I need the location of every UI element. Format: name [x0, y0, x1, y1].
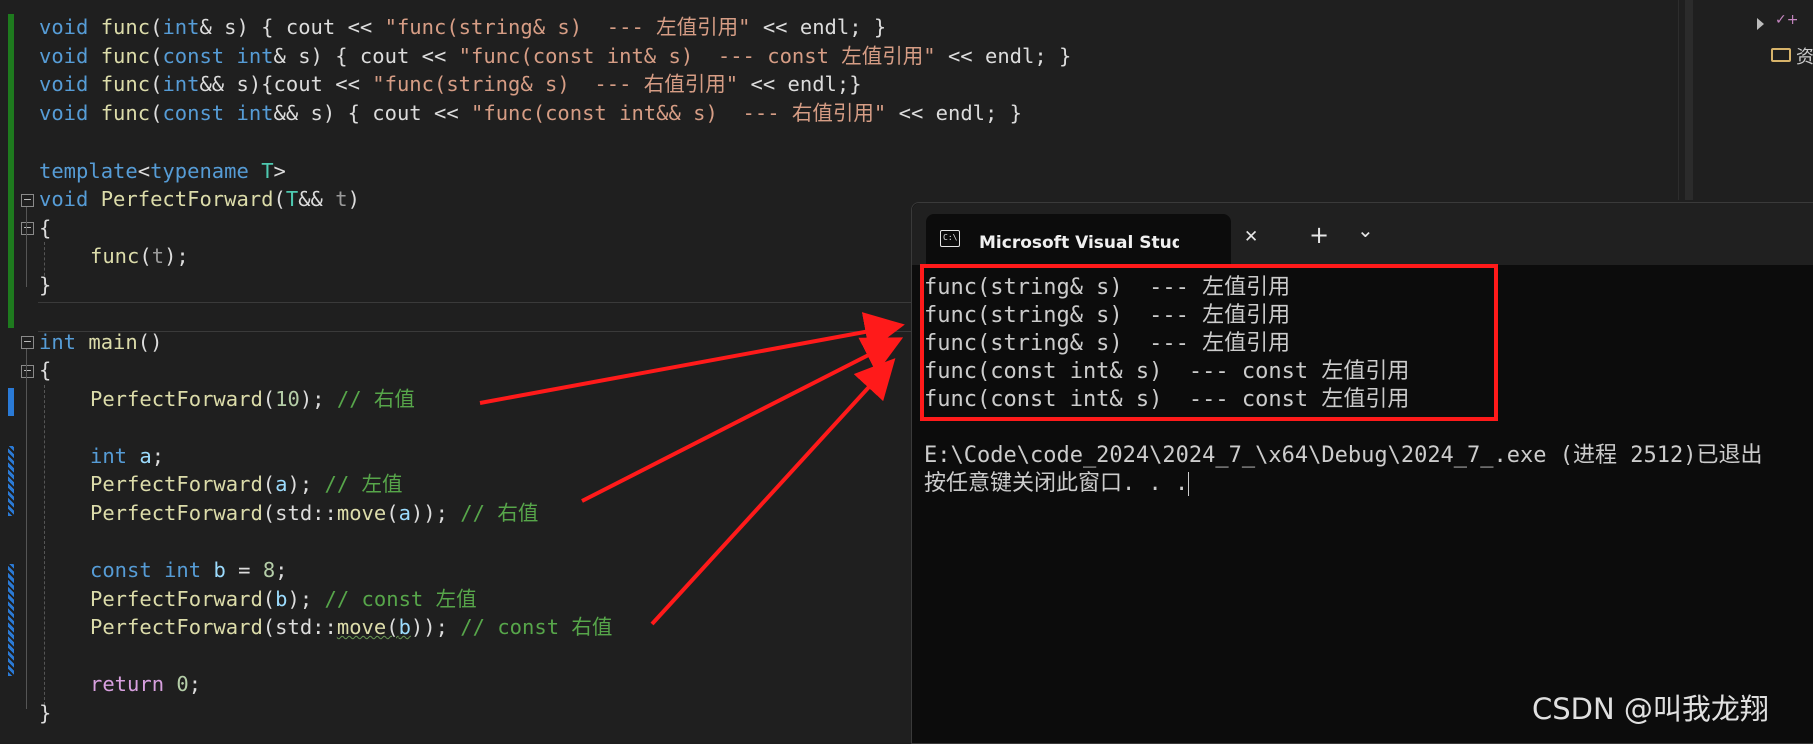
annotation-arrows	[479, 312, 905, 626]
watermark: CSDN @叫我龙翔	[1532, 692, 1769, 726]
arrow-2	[581, 337, 904, 503]
arrow-1	[479, 312, 905, 405]
